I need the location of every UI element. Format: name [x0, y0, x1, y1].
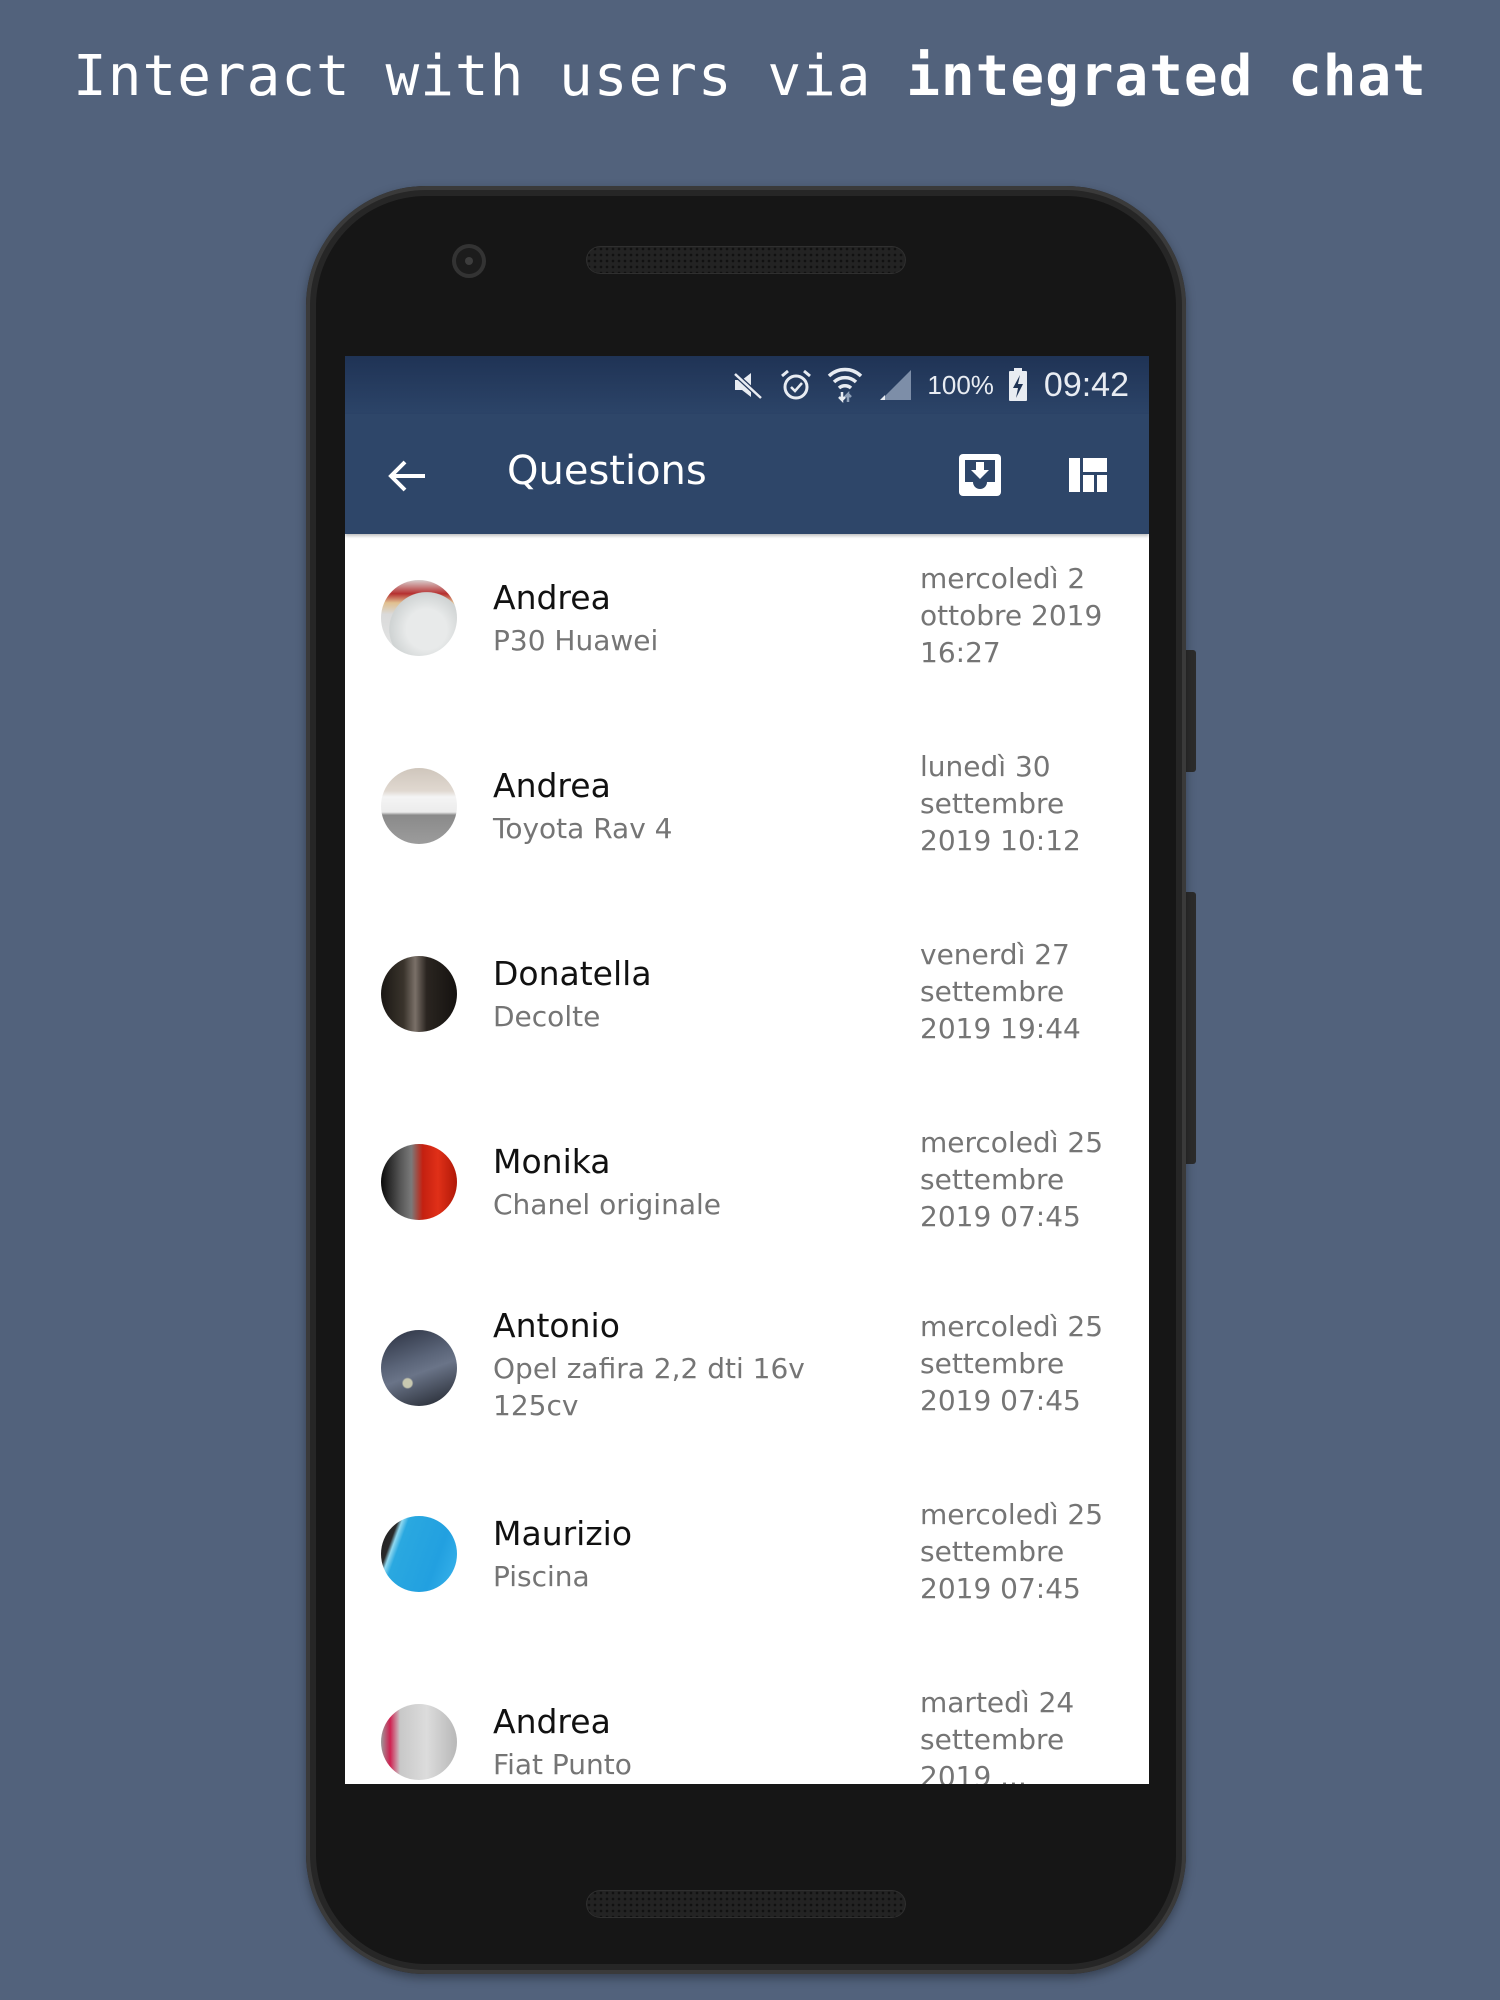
avatar: [381, 956, 457, 1032]
contact-name: Andrea: [493, 1702, 611, 1741]
conversation-date: martedì 24 settembre 2019 ...: [920, 1686, 1075, 1784]
dashboard-button[interactable]: [1067, 456, 1109, 494]
conversation-item[interactable]: Monika Chanel originale mercoledì 25 set…: [345, 1098, 1149, 1286]
conversation-date: venerdì 27 settembre 2019 19:44: [920, 938, 1081, 1045]
conversation-list: Andrea P30 Huawei mercoledì 2 ottobre 20…: [345, 534, 1149, 1784]
contact-name: Andrea: [493, 766, 611, 805]
battery-percentage: 100%: [927, 369, 994, 400]
contact-name: Monika: [493, 1142, 611, 1181]
conversation-item[interactable]: Andrea Fiat Punto martedì 24 settembre 2…: [345, 1668, 1149, 1784]
wifi-icon: [827, 366, 863, 404]
volume-button: [1186, 892, 1196, 1164]
back-button[interactable]: [385, 454, 429, 498]
conversation-date: mercoledì 2 ottobre 2019 16:27: [920, 562, 1103, 669]
contact-name: Andrea: [493, 578, 611, 617]
dashboard-icon: [1069, 458, 1107, 492]
status-bar: 100% 09:42: [345, 356, 1149, 414]
bottom-speaker: [586, 1890, 906, 1918]
app-bar: Questions: [345, 414, 1149, 534]
battery-charging-icon: [1008, 368, 1028, 402]
conversation-date: mercoledì 25 settembre 2019 07:45: [920, 1310, 1104, 1417]
conversation-item[interactable]: Donatella Decolte venerdì 27 settembre 2…: [345, 910, 1149, 1098]
headline-bold-text: integrated chat: [906, 44, 1427, 109]
conversation-subject: Piscina: [493, 1560, 590, 1593]
arrow-left-icon: [388, 460, 425, 492]
contact-name: Maurizio: [493, 1514, 633, 1553]
earpiece-speaker: [586, 246, 906, 274]
alarm-icon: [779, 368, 813, 402]
avatar: [381, 1516, 457, 1592]
avatar: [381, 580, 457, 656]
mute-icon: [731, 370, 765, 400]
conversation-item[interactable]: Antonio Opel zafira 2,2 dti 16v 125cv me…: [345, 1286, 1149, 1480]
conversation-subject: Fiat Punto: [493, 1748, 632, 1781]
conversation-item[interactable]: Maurizio Piscina mercoledì 25 settembre …: [345, 1480, 1149, 1668]
power-button: [1186, 650, 1196, 772]
avatar: [381, 768, 457, 844]
phone-screen: 100% 09:42 Questions Andrea P30 Huawei m…: [345, 356, 1149, 1784]
conversation-item[interactable]: Andrea Toyota Rav 4 lunedì 30 settembre …: [345, 722, 1149, 910]
conversation-date: lunedì 30 settembre 2019 10:12: [920, 750, 1081, 857]
inbox-download-button[interactable]: [957, 452, 1003, 498]
avatar: [381, 1330, 457, 1406]
front-camera: [452, 244, 486, 278]
conversation-subject: P30 Huawei: [493, 624, 659, 657]
avatar: [381, 1144, 457, 1220]
conversation-item[interactable]: Andrea P30 Huawei mercoledì 2 ottobre 20…: [345, 534, 1149, 722]
promo-headline: Interact with users via integrated chat: [0, 44, 1500, 109]
page-title: Questions: [507, 448, 707, 494]
contact-name: Antonio: [493, 1306, 620, 1345]
avatar: [381, 1704, 457, 1780]
status-clock: 09:42: [1043, 365, 1129, 404]
headline-normal-text: Interact with users via: [73, 44, 907, 109]
signal-icon: [877, 368, 913, 402]
conversation-subject: Decolte: [493, 1000, 601, 1033]
conversation-subject: Chanel originale: [493, 1188, 721, 1221]
contact-name: Donatella: [493, 954, 652, 993]
conversation-date: mercoledì 25 settembre 2019 07:45: [920, 1126, 1104, 1233]
conversation-subject: Opel zafira 2,2 dti 16v 125cv: [493, 1352, 805, 1422]
conversation-date: mercoledì 25 settembre 2019 07:45: [920, 1498, 1104, 1605]
conversation-subject: Toyota Rav 4: [493, 812, 673, 845]
inbox-download-icon: [959, 454, 1001, 496]
